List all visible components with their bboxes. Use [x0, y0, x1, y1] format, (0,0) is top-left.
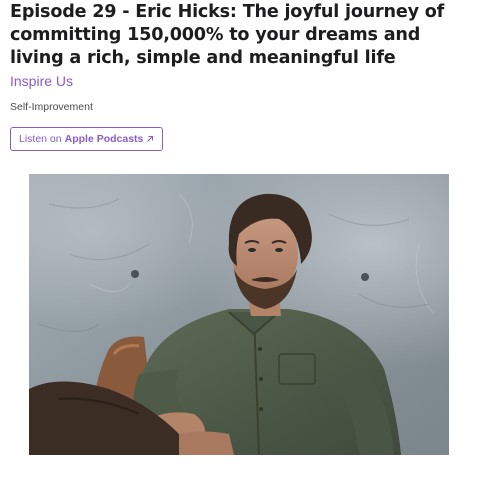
show-name-link[interactable]: Inspire Us	[10, 72, 472, 90]
listen-on-apple-podcasts-button[interactable]: Listen on Apple Podcasts	[10, 127, 164, 151]
listen-platform: Apple Podcasts	[64, 133, 144, 145]
category-label: Self-Improvement	[10, 101, 93, 113]
episode-artwork-image	[29, 174, 449, 455]
episode-page: Episode 29 - Eric Hicks: The joyful jour…	[10, 0, 472, 151]
listen-prefix: Listen on	[19, 133, 62, 145]
external-arrow-icon	[147, 136, 154, 142]
episode-artwork	[29, 174, 449, 455]
episode-title: Episode 29 - Eric Hicks: The joyful jour…	[10, 2, 445, 68]
